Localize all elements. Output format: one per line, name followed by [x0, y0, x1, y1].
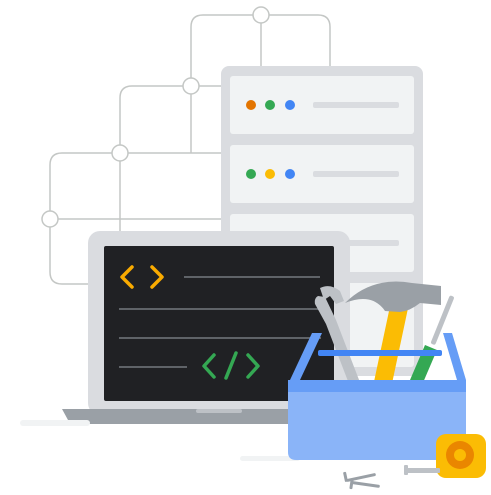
server-unit-1	[230, 76, 414, 134]
developer-tools-illustration	[20, 6, 486, 490]
nail-icon	[343, 471, 380, 490]
server-unit-2	[230, 145, 414, 203]
